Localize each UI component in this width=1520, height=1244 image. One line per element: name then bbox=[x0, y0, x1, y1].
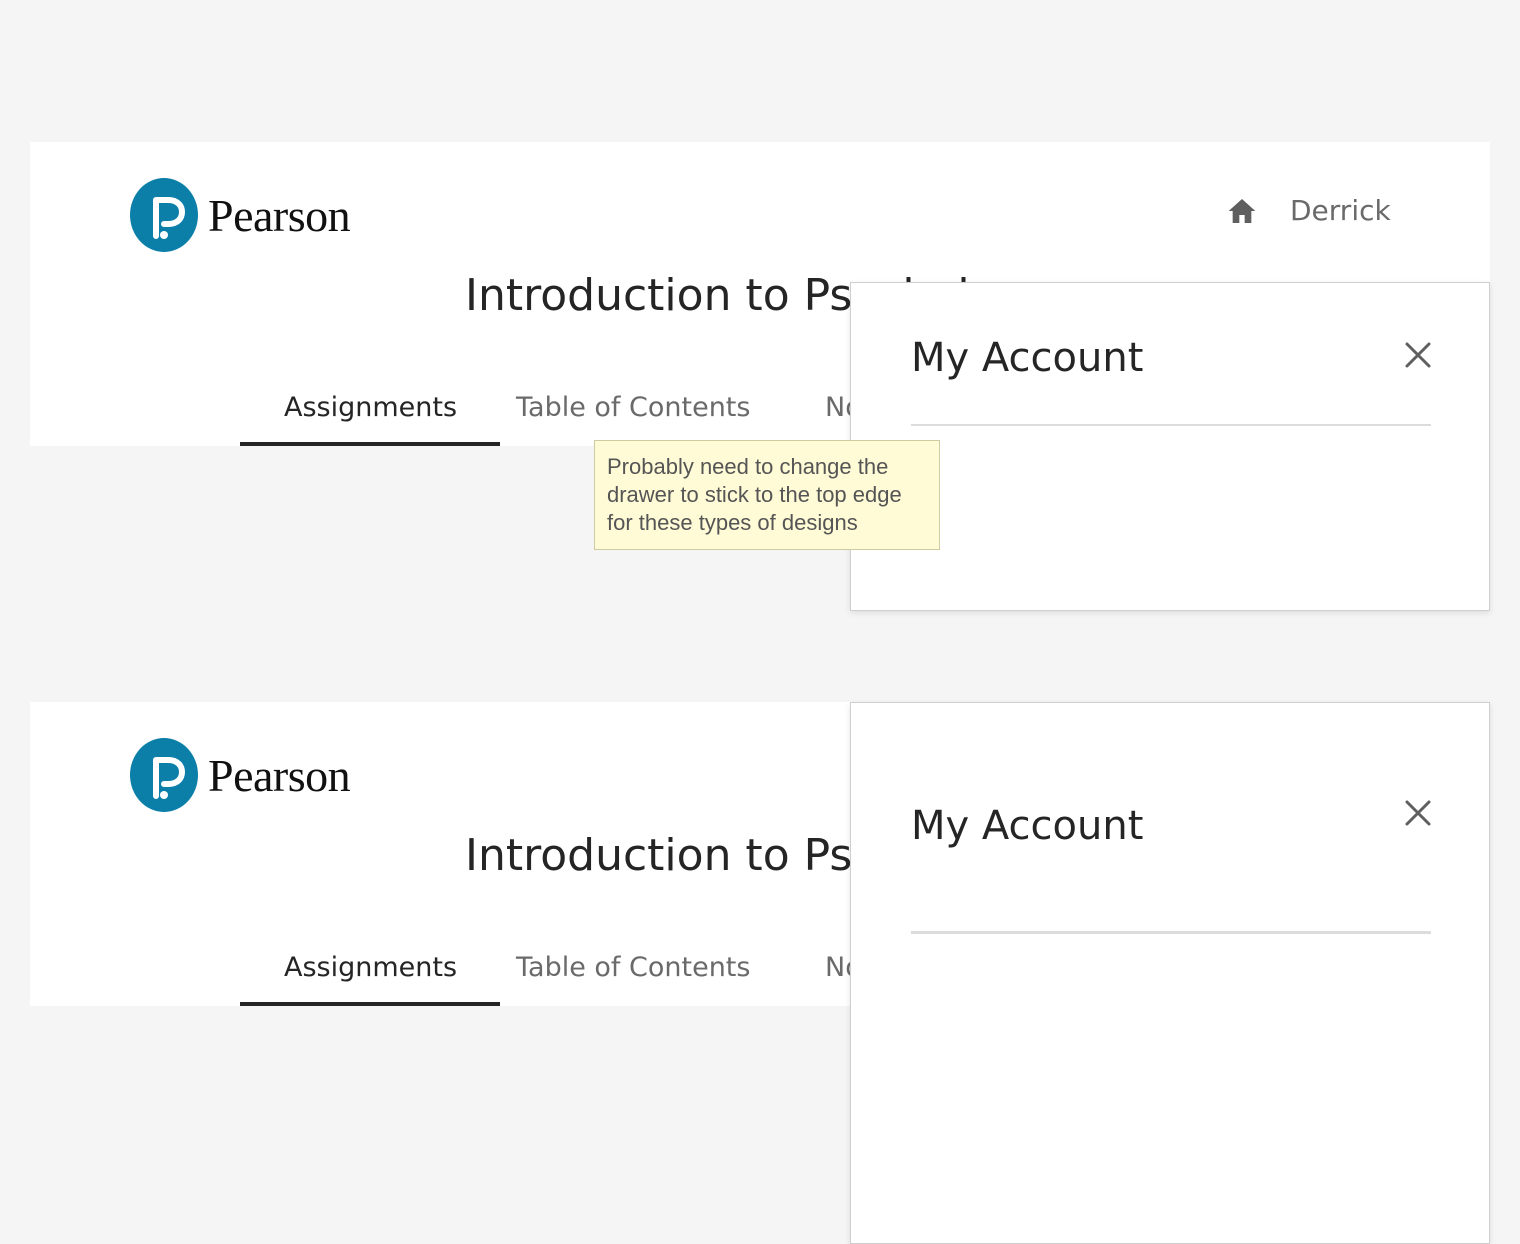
drawer-divider bbox=[911, 931, 1431, 934]
close-icon[interactable] bbox=[1403, 340, 1433, 370]
pearson-wordmark: Pearson bbox=[208, 749, 351, 801]
drawer-title: My Account bbox=[911, 335, 1144, 381]
user-menu-button[interactable]: Derrick bbox=[1290, 194, 1391, 227]
tab-table-of-contents[interactable]: Table of Contents bbox=[516, 386, 750, 446]
pearson-logo-icon bbox=[130, 178, 198, 252]
pearson-logo[interactable]: Pearson bbox=[130, 178, 351, 252]
design-comment-note: Probably need to change the drawer to st… bbox=[594, 440, 940, 550]
drawer-divider bbox=[911, 424, 1431, 426]
my-account-drawer: My Account bbox=[850, 702, 1490, 1244]
tab-assignments[interactable]: Assignments bbox=[284, 386, 457, 446]
pearson-wordmark: Pearson bbox=[208, 189, 351, 241]
header-actions: Derrick bbox=[1226, 194, 1391, 227]
active-tab-indicator bbox=[240, 442, 500, 446]
active-tab-indicator bbox=[240, 1002, 500, 1006]
pearson-logo-icon bbox=[130, 738, 198, 812]
drawer-title: My Account bbox=[911, 803, 1144, 849]
home-icon[interactable] bbox=[1226, 195, 1258, 227]
close-icon[interactable] bbox=[1403, 798, 1433, 828]
pearson-logo[interactable]: Pearson bbox=[130, 738, 351, 812]
my-account-drawer: My Account bbox=[850, 282, 1490, 611]
tab-assignments[interactable]: Assignments bbox=[284, 946, 457, 1006]
tab-table-of-contents[interactable]: Table of Contents bbox=[516, 946, 750, 1006]
